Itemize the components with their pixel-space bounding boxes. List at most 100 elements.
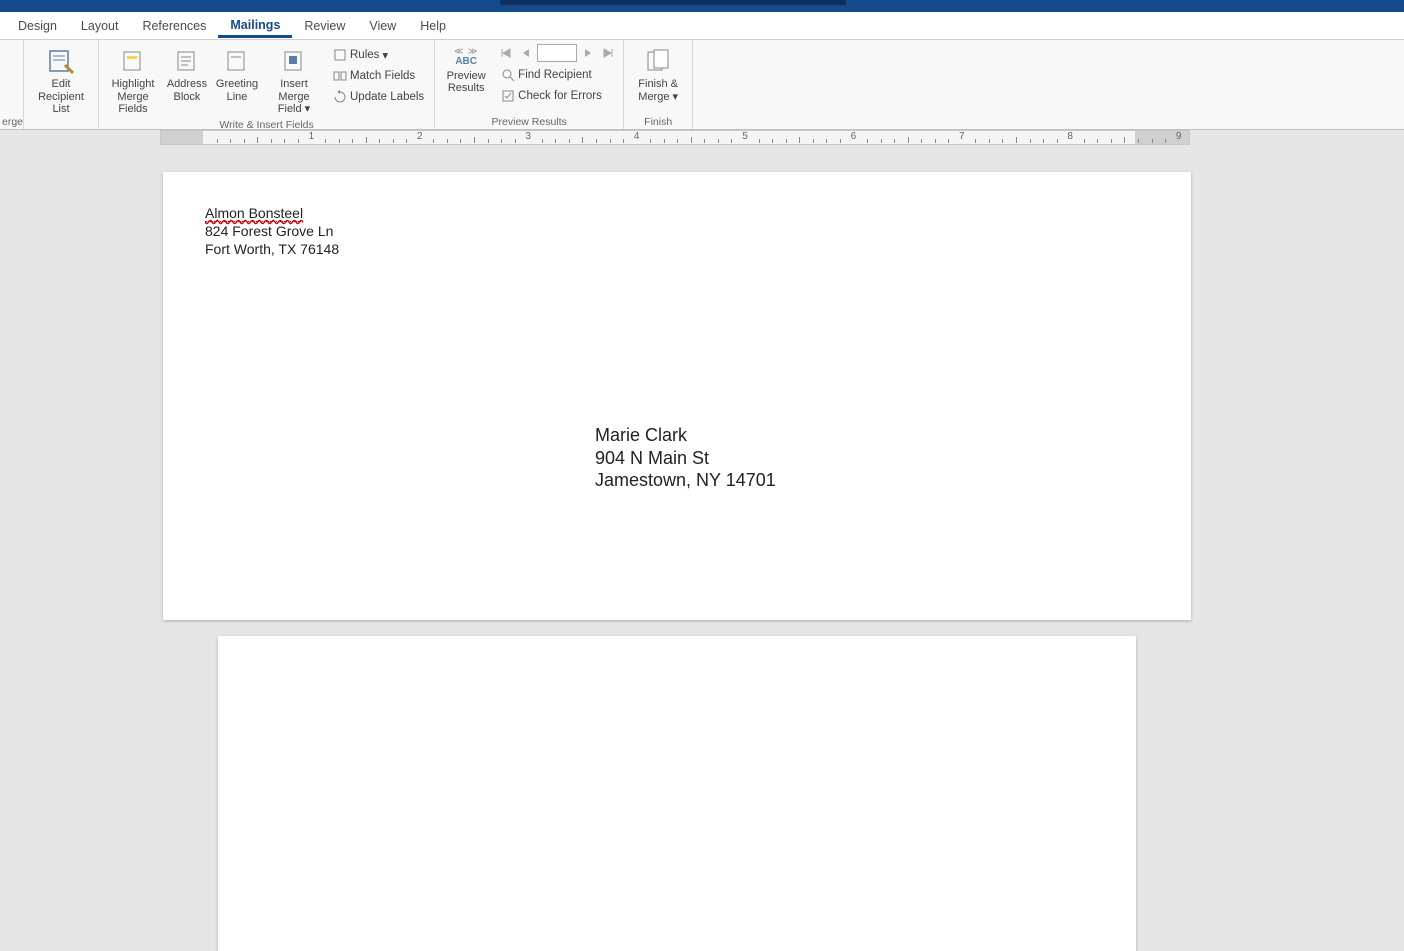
ribbon: erge Edit Recipient List Highlight Merge… — [0, 40, 1404, 130]
ruler-tick — [325, 139, 326, 143]
group-label-finish: Finish — [630, 115, 686, 128]
ruler-tick — [339, 139, 340, 143]
greeting-line-label: Greeting Line — [216, 78, 258, 103]
last-record-button[interactable] — [599, 44, 617, 62]
insert-merge-label: Insert Merge Field ▾ — [264, 78, 324, 116]
ruler-number: 2 — [417, 131, 423, 142]
ruler-tick — [488, 139, 489, 143]
group-label-preview: Preview Results — [441, 115, 617, 128]
tab-layout[interactable]: Layout — [69, 15, 131, 37]
tab-mailings[interactable]: Mailings — [218, 14, 292, 38]
ruler-margin-left — [161, 131, 203, 144]
dest-street: 904 N Main St — [595, 447, 776, 470]
ruler-tick — [542, 139, 543, 143]
ruler-number: 6 — [851, 131, 857, 142]
ruler-tick — [650, 139, 651, 143]
return-street: 824 Forest Grove Ln — [205, 222, 339, 240]
destination-address[interactable]: Marie Clark 904 N Main St Jamestown, NY … — [595, 424, 776, 492]
group-start-merge: erge — [0, 40, 24, 129]
tab-design[interactable]: Design — [6, 15, 69, 37]
highlight-merge-fields-button[interactable]: Highlight Merge Fields — [105, 44, 161, 118]
ruler-number: 4 — [634, 131, 640, 142]
first-record-button[interactable] — [497, 44, 515, 62]
ruler-tick — [677, 139, 678, 143]
dest-name: Marie Clark — [595, 424, 776, 447]
recipient-list-icon — [46, 46, 76, 76]
prev-record-button[interactable] — [517, 44, 535, 62]
return-name: Almon Bonsteel — [205, 205, 303, 222]
ruler-tick — [447, 139, 448, 143]
ruler-tick — [433, 139, 434, 143]
tab-view[interactable]: View — [357, 15, 408, 37]
group-label-merge: erge — [2, 115, 17, 128]
check-errors-label: Check for Errors — [518, 90, 602, 102]
ruler-tick — [1124, 137, 1125, 143]
title-bar — [0, 0, 1404, 12]
group-finish: Finish & Merge ▾ Finish — [624, 40, 693, 129]
ruler-tick — [772, 139, 773, 143]
ruler-tick — [731, 139, 732, 143]
address-block-icon — [172, 46, 202, 76]
highlight-label: Highlight Merge Fields — [106, 78, 160, 116]
ruler-tick — [840, 139, 841, 143]
tab-help[interactable]: Help — [408, 15, 458, 37]
dest-city: Jamestown, NY 14701 — [595, 469, 776, 492]
ruler-tick — [460, 139, 461, 143]
edit-recipient-list-button[interactable]: Edit Recipient List — [30, 44, 92, 118]
ruler-tick — [569, 139, 570, 143]
ruler-tick — [271, 139, 272, 143]
search-icon — [501, 68, 515, 82]
update-labels-button[interactable]: Update Labels — [329, 86, 428, 107]
insert-merge-field-button[interactable]: Insert Merge Field ▾ — [263, 44, 325, 118]
check-errors-button[interactable]: Check for Errors — [497, 85, 617, 106]
check-icon — [501, 89, 515, 103]
edit-recipient-list-label: Edit Recipient List — [31, 78, 91, 116]
ruler-tick — [555, 139, 556, 143]
group-label-write: Write & Insert Fields — [105, 118, 428, 131]
next-record-button[interactable] — [579, 44, 597, 62]
rules-label: Rules — [350, 49, 379, 61]
finish-merge-button[interactable]: Finish & Merge ▾ — [630, 44, 686, 105]
group-write-insert: Highlight Merge Fields Address Block Gre… — [99, 40, 435, 129]
ruler-tick — [826, 139, 827, 143]
rules-icon — [333, 48, 347, 62]
ruler-tick — [704, 139, 705, 143]
ruler-tick — [596, 139, 597, 143]
return-address[interactable]: Almon Bonsteel 824 Forest Grove Ln Fort … — [205, 204, 339, 259]
ruler-tick — [894, 139, 895, 143]
document-area[interactable]: Almon Bonsteel 824 Forest Grove Ln Fort … — [0, 148, 1404, 951]
preview-results-button[interactable]: ≪ ≫ ABC Preview Results — [441, 44, 491, 97]
ruler-number: 3 — [525, 131, 531, 142]
ruler-number: 5 — [742, 131, 748, 142]
ruler-tick — [515, 139, 516, 143]
greeting-line-button[interactable]: Greeting Line — [213, 44, 261, 105]
ruler-tick — [1152, 139, 1153, 143]
ruler-tick — [921, 139, 922, 143]
tab-review[interactable]: Review — [292, 15, 357, 37]
search-box[interactable] — [500, 0, 846, 5]
address-block-button[interactable]: Address Block — [163, 44, 211, 105]
ruler-tick — [501, 139, 502, 143]
ruler-tick — [610, 139, 611, 143]
tab-strip: Design Layout References Mailings Review… — [0, 12, 1404, 40]
chevron-down-icon: ▾ — [382, 48, 388, 62]
ruler-tick — [284, 139, 285, 143]
ruler-tick — [393, 139, 394, 143]
ruler-tick — [1030, 139, 1031, 143]
match-fields-button[interactable]: Match Fields — [329, 65, 428, 86]
ruler-tick — [881, 139, 882, 143]
find-recipient-button[interactable]: Find Recipient — [497, 64, 617, 85]
return-city: Fort Worth, TX 76148 — [205, 240, 339, 258]
envelope-page[interactable]: Almon Bonsteel 824 Forest Grove Ln Fort … — [163, 172, 1191, 620]
horizontal-ruler[interactable]: 123456789 — [160, 130, 1190, 145]
letter-page[interactable] — [218, 636, 1136, 951]
preview-results-label: Preview Results — [447, 70, 486, 95]
record-number-input[interactable] — [537, 44, 577, 62]
ruler-tick — [230, 139, 231, 143]
rules-button[interactable]: Rules ▾ — [329, 44, 428, 65]
ruler-tick — [948, 139, 949, 143]
address-block-label: Address Block — [167, 78, 207, 103]
ruler-tick — [1016, 137, 1017, 143]
group-label-blank1 — [30, 127, 92, 128]
tab-references[interactable]: References — [130, 15, 218, 37]
